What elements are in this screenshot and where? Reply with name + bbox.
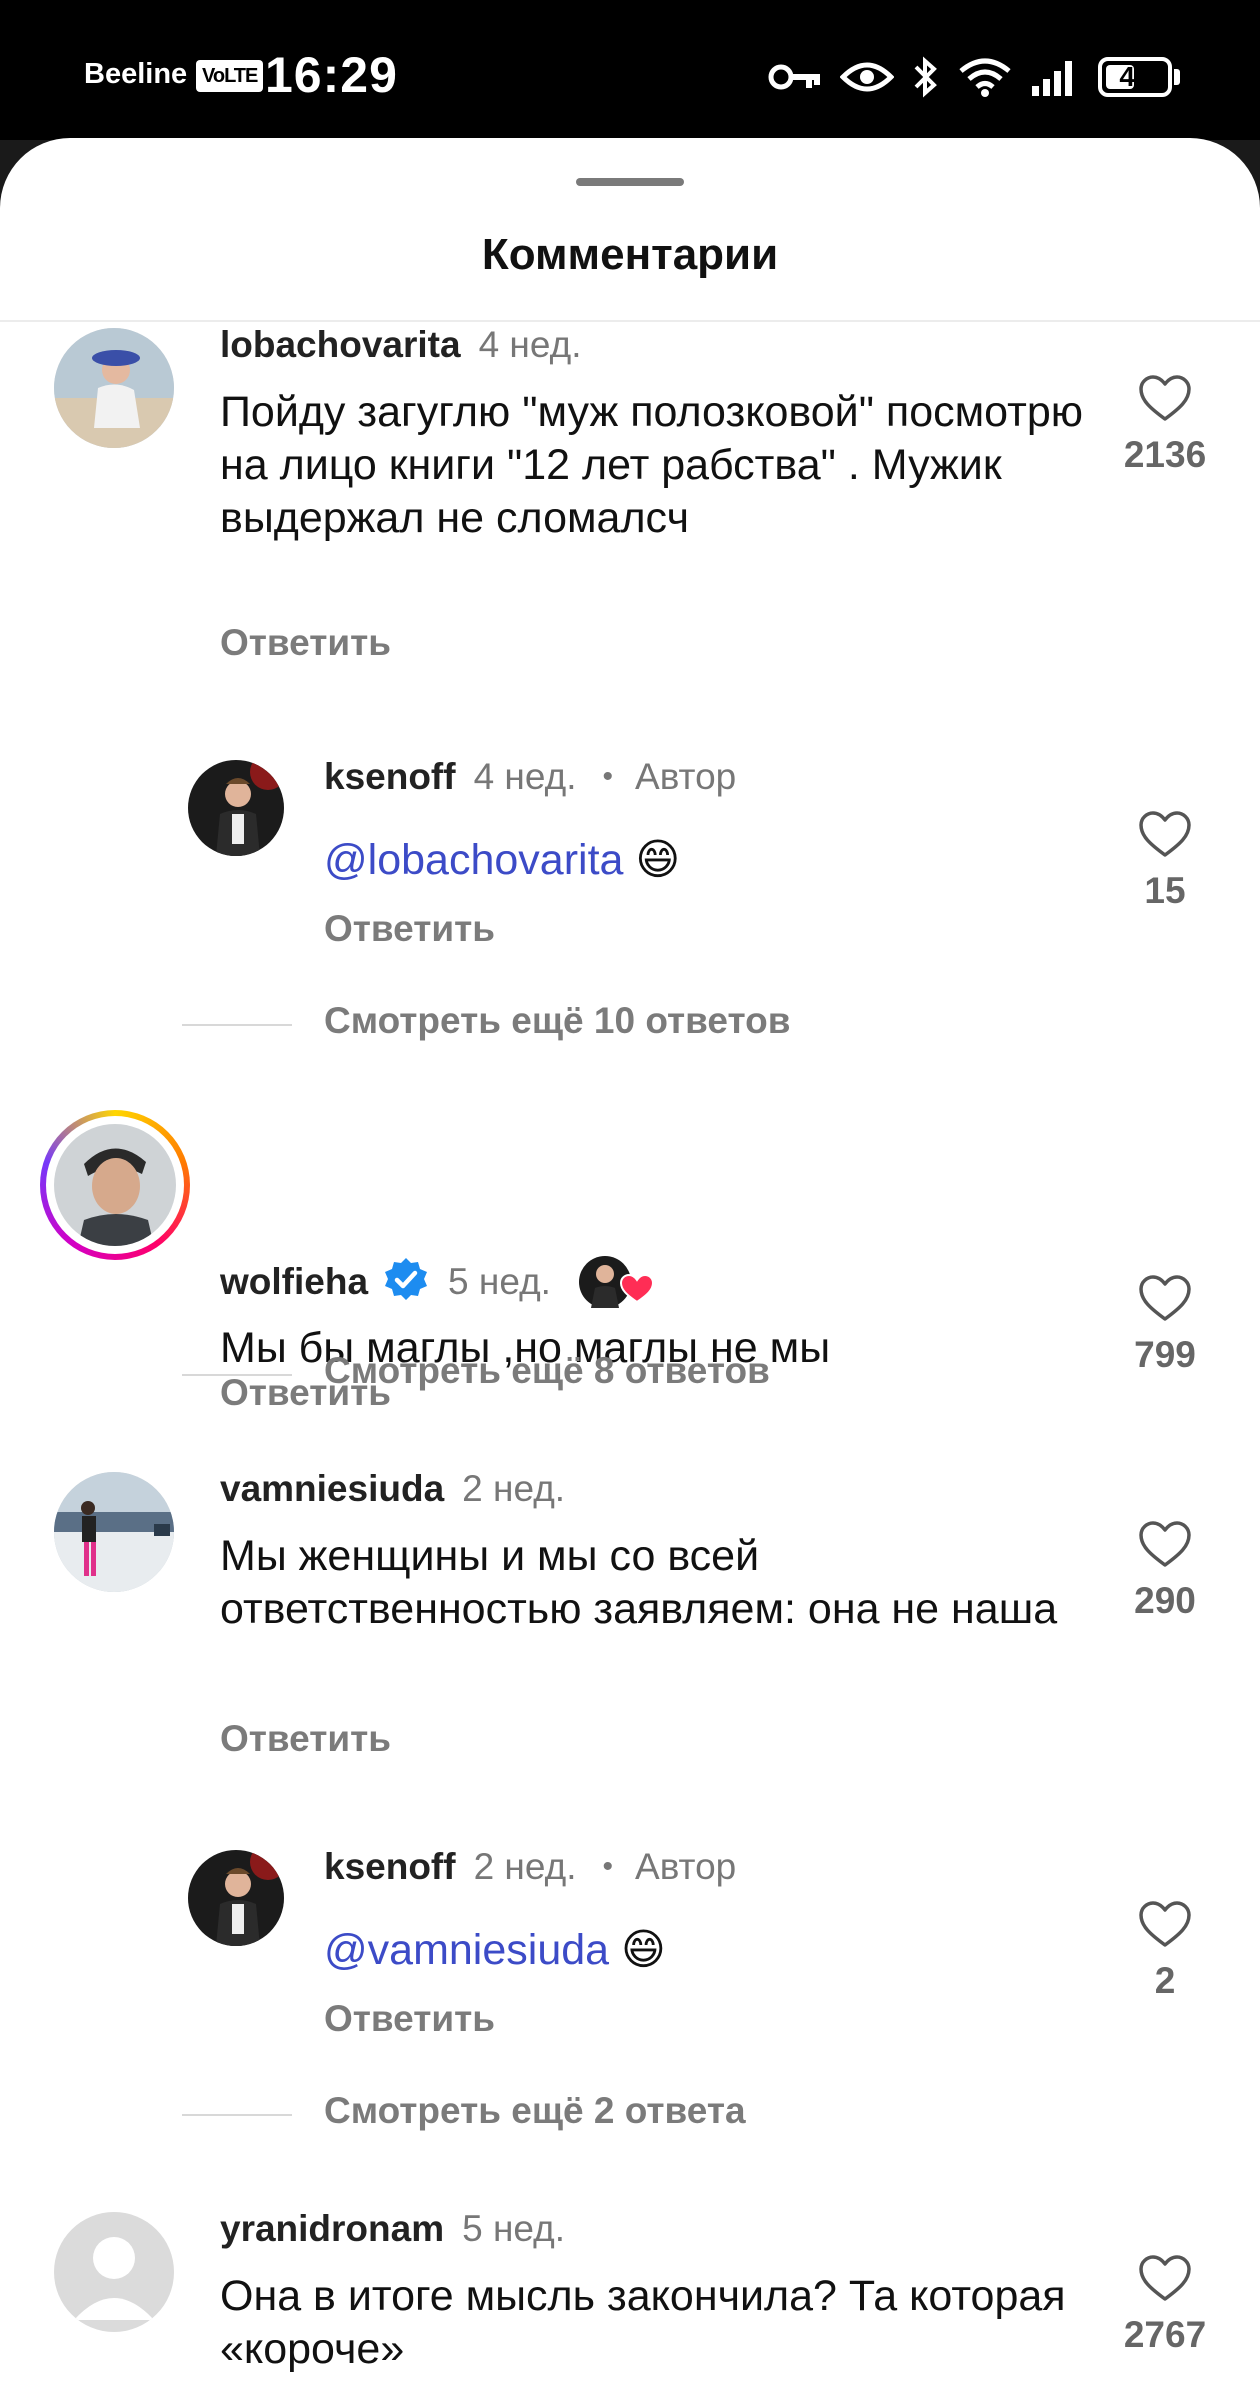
battery-icon: 49 — [1098, 57, 1172, 97]
like-button[interactable]: 2767 — [1110, 2254, 1220, 2356]
like-count: 290 — [1134, 1580, 1196, 1621]
emoji: 😄 — [621, 1926, 666, 1974]
signal-icon — [1030, 58, 1080, 96]
heart-icon — [1139, 1901, 1191, 1947]
more-line — [182, 2114, 292, 2116]
author-badge: Автор — [635, 1846, 737, 1887]
username[interactable]: yranidronam — [220, 2208, 444, 2250]
emoji: 😄 — [635, 836, 681, 884]
like-button[interactable]: 15 — [1110, 810, 1220, 912]
carrier-label: Beeline — [84, 58, 188, 90]
like-count: 15 — [1144, 870, 1186, 911]
sheet-title: Комментарии — [481, 230, 779, 279]
key-icon — [768, 62, 822, 92]
timestamp: 4 нед. — [473, 756, 577, 797]
timestamp: 5 нед. — [462, 2208, 566, 2249]
author-liked-icon — [577, 1254, 655, 1310]
comment-text: Пойду загуглю "муж полозковой" посмотрю … — [220, 388, 1084, 542]
heart-icon — [1139, 2255, 1191, 2301]
author-badge: Автор — [635, 756, 737, 797]
separator-dot: • — [602, 760, 614, 793]
view-more-replies[interactable]: Смотреть ещё 10 ответов — [0, 1000, 1260, 1050]
like-button[interactable]: 290 — [1110, 1520, 1220, 1622]
mention-link[interactable]: @lobachovarita — [324, 836, 623, 884]
timestamp: 2 нед. — [473, 1846, 577, 1887]
heart-icon — [1139, 1521, 1191, 1567]
timestamp: 5 нед. — [448, 1261, 551, 1302]
comment-text: Она в итоге мысль закончила? Та которая … — [220, 2272, 1066, 2373]
username[interactable]: vamniesiuda — [220, 1468, 444, 1510]
like-count: 2767 — [1123, 2314, 1207, 2355]
reply-button[interactable]: Ответить — [324, 1998, 495, 2040]
eye-icon — [840, 59, 894, 95]
battery-tip — [1174, 69, 1180, 85]
username[interactable]: lobachovarita — [220, 324, 461, 366]
view-more-replies[interactable]: Смотреть ещё 2 ответа — [0, 2090, 1260, 2140]
username[interactable]: ksenoff — [324, 756, 456, 798]
heart-icon — [1139, 811, 1191, 857]
timestamp: 2 нед. — [462, 1468, 566, 1509]
separator-dot: • — [602, 1850, 614, 1883]
reply-button[interactable]: Ответить — [324, 908, 495, 950]
heart-icon — [1139, 1275, 1191, 1321]
divider — [0, 320, 1260, 322]
avatar[interactable] — [54, 328, 174, 448]
heart-icon — [1139, 375, 1191, 421]
view-more-replies-label[interactable]: Смотреть ещё 8 ответов — [324, 1350, 770, 1392]
reply-button[interactable]: Ответить — [220, 1718, 391, 1760]
view-more-replies-label[interactable]: Смотреть ещё 10 ответов — [324, 1000, 790, 1042]
default-avatar-icon[interactable] — [54, 2212, 174, 2332]
comment-text: Мы женщины и мы со всей ответственностью… — [220, 1532, 1058, 1633]
username[interactable]: wolfieha — [220, 1261, 368, 1303]
screen: Beeline VoLTE 16:29 49 Комментарии lobac… — [0, 0, 1260, 2398]
status-icons: 49 — [768, 52, 1180, 102]
mention-link[interactable]: @vamniesiuda — [324, 1926, 609, 1974]
avatar[interactable] — [188, 760, 284, 856]
comments-sheet: Комментарии lobachovarita 4 нед. Пойду з… — [0, 138, 1260, 2398]
comment-text: @vamniesiuda 😄 — [324, 1924, 1204, 1977]
comment-text: @lobachovarita 😄 — [324, 834, 1204, 887]
status-bar: Beeline VoLTE 16:29 49 — [0, 0, 1260, 140]
clock: 16:29 — [265, 47, 398, 103]
like-count: 2 — [1154, 1960, 1176, 2001]
timestamp: 4 нед. — [478, 324, 582, 365]
more-line — [182, 1024, 292, 1026]
view-more-replies-label[interactable]: Смотреть ещё 2 ответа — [324, 2090, 746, 2132]
view-more-replies[interactable]: Смотреть ещё 8 ответов — [0, 1350, 1260, 1400]
drag-handle[interactable] — [576, 178, 684, 186]
like-button[interactable]: 2 — [1110, 1900, 1220, 2002]
more-line — [182, 1374, 292, 1376]
verified-icon — [382, 1256, 430, 1309]
avatar[interactable] — [188, 1850, 284, 1946]
like-count: 2136 — [1123, 434, 1207, 475]
story-ring-avatar[interactable] — [40, 1110, 190, 1260]
reply-button[interactable]: Ответить — [220, 622, 391, 664]
volte-badge: VoLTE — [196, 60, 264, 92]
avatar[interactable] — [54, 1472, 174, 1592]
username[interactable]: ksenoff — [324, 1846, 456, 1888]
wifi-icon — [958, 57, 1012, 97]
like-button[interactable]: 2136 — [1110, 374, 1220, 476]
bluetooth-icon — [912, 56, 940, 98]
battery-percent: 49 — [1119, 61, 1151, 92]
